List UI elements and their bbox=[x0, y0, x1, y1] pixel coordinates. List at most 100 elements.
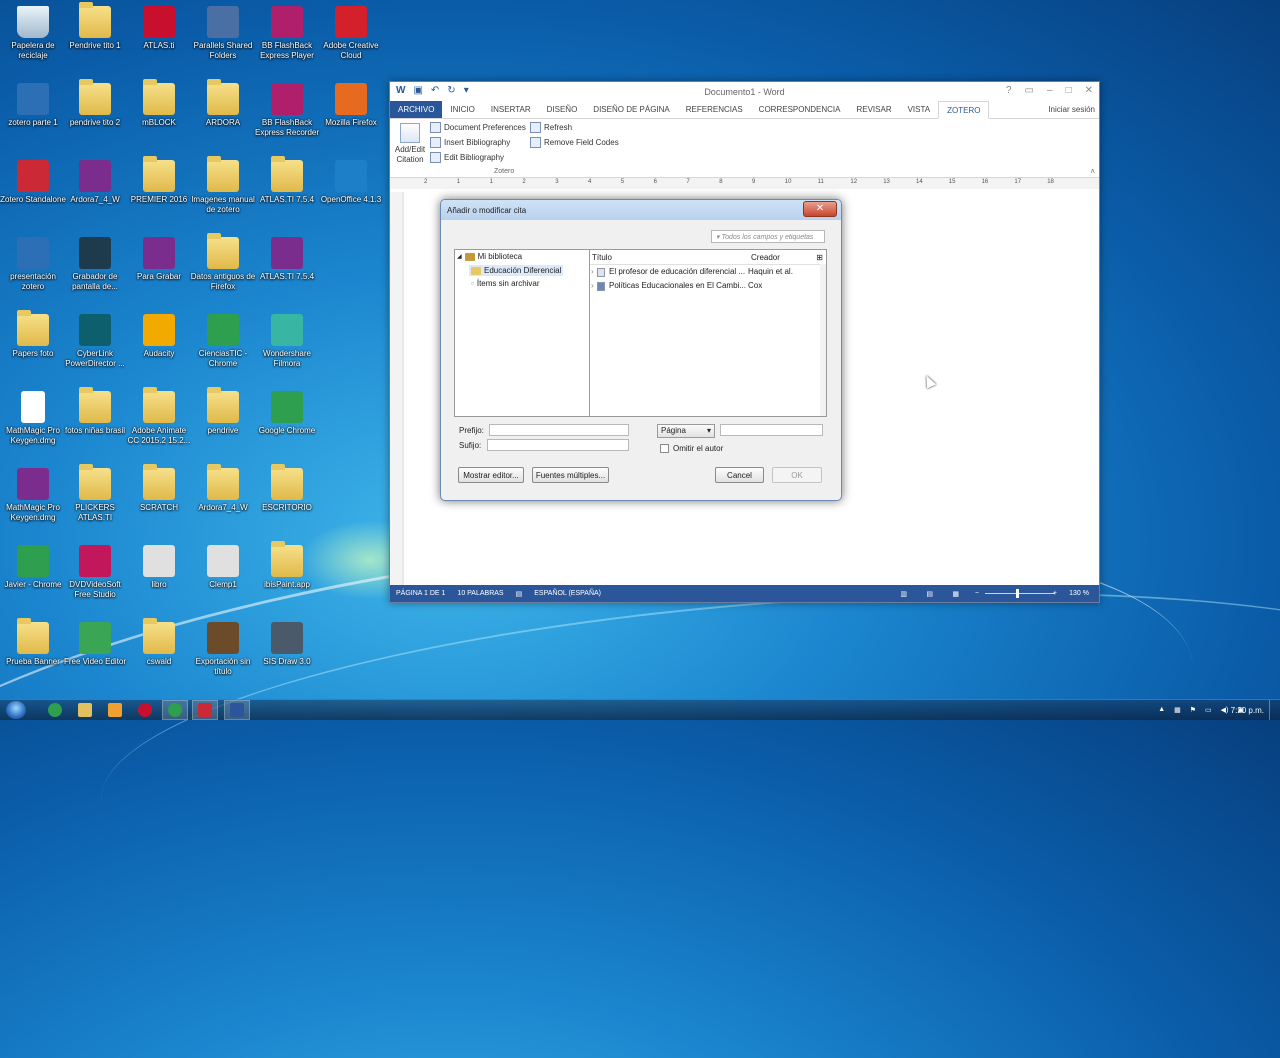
chrome-taskbar-icon[interactable] bbox=[48, 703, 62, 717]
edit-bibliography-button[interactable]: Edit Bibliography bbox=[430, 152, 504, 163]
read-mode-icon[interactable]: ▥ bbox=[900, 590, 907, 598]
desktop-icon[interactable]: CienciasTIC - Chrome bbox=[190, 314, 256, 369]
show-hidden-icons[interactable]: ▲ bbox=[1158, 706, 1165, 714]
desktop-icon[interactable]: ATLAS.TI 7.5.4 bbox=[254, 156, 320, 205]
show-editor-button[interactable]: Mostrar editor... bbox=[458, 467, 524, 483]
ok-button[interactable]: OK bbox=[772, 467, 822, 483]
clock[interactable]: 7:20 p.m. bbox=[1231, 706, 1264, 715]
flag-icon[interactable]: ⚑ bbox=[1190, 706, 1196, 714]
document-preferences-button[interactable]: Document Preferences bbox=[430, 122, 526, 133]
maximize-icon[interactable]: □ bbox=[1066, 85, 1072, 96]
add-edit-citation-button[interactable]: Add/Edit Citation bbox=[394, 123, 426, 165]
zoom-out-icon[interactable]: − bbox=[975, 590, 979, 597]
desktop-icon[interactable]: mBLOCK bbox=[126, 79, 192, 128]
tab-revisar[interactable]: REVISAR bbox=[848, 101, 899, 118]
column-picker-icon[interactable]: ⊞ bbox=[816, 253, 823, 262]
locator-input[interactable] bbox=[720, 424, 823, 436]
desktop-icon[interactable]: MathMagic Pro Keygen.dmg bbox=[0, 468, 66, 523]
desktop-icon[interactable]: Pendrive tito 1 bbox=[62, 2, 128, 51]
desktop-icon[interactable]: Clemp1 bbox=[190, 545, 256, 590]
column-title[interactable]: Título bbox=[592, 253, 612, 262]
tab-diseño-de-página[interactable]: DISEÑO DE PÁGINA bbox=[585, 101, 677, 118]
desktop-icon[interactable]: zotero parte 1 bbox=[0, 83, 66, 128]
desktop-icon[interactable]: Parallels Shared Folders bbox=[190, 6, 256, 61]
desktop-icon[interactable]: OpenOffice 4.1.3 bbox=[318, 160, 384, 205]
desktop-icon[interactable]: BB FlashBack Express Recorder bbox=[254, 83, 320, 138]
collection-item[interactable]: Educación Diferencial bbox=[469, 265, 564, 276]
desktop-icon[interactable]: cswald bbox=[126, 618, 192, 667]
desktop-icon[interactable]: Imagenes manual de zotero bbox=[190, 156, 256, 215]
desktop-icon[interactable]: ATLAS.TI 7.5.4 bbox=[254, 237, 320, 282]
ribbon-options-icon[interactable]: ▭ bbox=[1025, 85, 1034, 96]
close-icon[interactable]: ✕ bbox=[1085, 85, 1093, 96]
search-input[interactable]: ▾ Todos los campos y etiquetas bbox=[711, 230, 825, 243]
desktop-icon[interactable]: Ardora7_4_W bbox=[190, 464, 256, 513]
desktop-icon[interactable]: CyberLink PowerDirector ... bbox=[62, 314, 128, 369]
desktop-icon[interactable]: Audacity bbox=[126, 314, 192, 359]
atlas-taskbar-icon[interactable] bbox=[138, 703, 152, 717]
vertical-ruler[interactable] bbox=[390, 192, 402, 585]
suffix-input[interactable] bbox=[487, 439, 629, 451]
dialog-close-button[interactable]: ✕ bbox=[803, 201, 837, 217]
desktop-icon[interactable]: pendrive bbox=[190, 387, 256, 436]
horizontal-ruler[interactable]: 2 1 1 2 3 4 5 6 7 8 9 10 11 12 13 14 15 16 17 18 bbox=[390, 178, 1099, 189]
expand-icon[interactable]: › bbox=[591, 281, 594, 290]
collapse-ribbon-icon[interactable]: ˄ bbox=[1090, 167, 1095, 176]
desktop-icon[interactable]: Papelera de reciclaje bbox=[0, 6, 66, 61]
desktop-icon[interactable]: presentación zotero bbox=[0, 237, 66, 292]
zoom-in-icon[interactable]: + bbox=[1053, 590, 1057, 597]
desktop-icon[interactable]: Grabador de pantalla de... bbox=[62, 237, 128, 292]
desktop-icon[interactable]: pendrive tito 2 bbox=[62, 79, 128, 128]
desktop-icon[interactable]: Javier - Chrome bbox=[0, 545, 66, 590]
network-icon[interactable]: ▦ bbox=[1174, 706, 1181, 714]
desktop-icon[interactable]: DVDVideoSoft Free Studio bbox=[62, 545, 128, 600]
omit-author-checkbox[interactable] bbox=[660, 444, 669, 453]
language-indicator[interactable]: ESPAÑOL (ESPAÑA) bbox=[534, 590, 601, 597]
tab-archivo[interactable]: ARCHIVO bbox=[390, 101, 443, 118]
zoom-slider[interactable] bbox=[985, 593, 1055, 594]
desktop-icon[interactable]: Google Chrome bbox=[254, 391, 320, 436]
multiple-sources-button[interactable]: Fuentes múltiples... bbox=[532, 467, 609, 483]
cancel-button[interactable]: Cancel bbox=[715, 467, 764, 483]
desktop-icon[interactable]: SIS Draw 3.0 bbox=[254, 622, 320, 667]
refresh-button[interactable]: Refresh bbox=[530, 122, 572, 133]
display-icon[interactable]: ▭ bbox=[1205, 706, 1212, 714]
tab-inicio[interactable]: INICIO bbox=[442, 101, 482, 118]
prefix-input[interactable] bbox=[489, 424, 629, 436]
item-row[interactable]: › El profesor de educación diferencial ..… bbox=[590, 265, 826, 279]
desktop-icon[interactable]: Papers foto bbox=[0, 310, 66, 359]
desktop-icon[interactable]: ARDORA bbox=[190, 79, 256, 128]
desktop-icon[interactable]: PREMIER 2016 bbox=[126, 156, 192, 205]
desktop-icon[interactable]: Mozilla Firefox bbox=[318, 83, 384, 128]
start-button[interactable] bbox=[6, 701, 26, 719]
desktop-icon[interactable]: Datos antiguos de Firefox bbox=[190, 233, 256, 292]
tab-vista[interactable]: VISTA bbox=[900, 101, 939, 118]
desktop-icon[interactable]: Adobe Creative Cloud bbox=[318, 6, 384, 61]
item-row[interactable]: › Políticas Educacionales en El Cambi... C… bbox=[590, 279, 826, 293]
minimize-icon[interactable]: – bbox=[1047, 85, 1053, 96]
tab-correspondencia[interactable]: CORRESPONDENCIA bbox=[751, 101, 849, 118]
desktop-icon[interactable]: Exportación sin título bbox=[190, 622, 256, 677]
desktop-icon[interactable]: Zotero Standalone bbox=[0, 160, 66, 205]
desktop-icon[interactable]: Ardora7_4_W bbox=[62, 160, 128, 205]
unfiled-items[interactable]: ▫ Ítems sin archivar bbox=[471, 279, 540, 288]
desktop-icon[interactable]: MathMagic Pro Keygen.dmg bbox=[0, 391, 66, 446]
tab-diseño[interactable]: DISEÑO bbox=[539, 101, 586, 118]
desktop-icon[interactable]: BB FlashBack Express Player bbox=[254, 6, 320, 61]
desktop-icon[interactable]: ESCRITORIO bbox=[254, 464, 320, 513]
library-root[interactable]: ◢ Mi biblioteca bbox=[457, 252, 522, 261]
desktop-icon[interactable]: ATLAS.ti bbox=[126, 6, 192, 51]
tab-referencias[interactable]: REFERENCIAS bbox=[678, 101, 751, 118]
proofing-icon[interactable]: ▤ bbox=[516, 590, 523, 598]
sign-in-link[interactable]: Iniciar sesión bbox=[1048, 105, 1095, 114]
remove-field-codes-button[interactable]: Remove Field Codes bbox=[530, 137, 619, 148]
page-count[interactable]: PÁGINA 1 DE 1 bbox=[396, 590, 445, 597]
collapse-icon[interactable]: ◢ bbox=[457, 253, 462, 260]
desktop-icon[interactable]: libro bbox=[126, 545, 192, 590]
desktop-icon[interactable]: fotos niñas brasil bbox=[62, 387, 128, 436]
insert-bibliography-button[interactable]: Insert Bibliography bbox=[430, 137, 510, 148]
tab-zotero[interactable]: ZOTERO bbox=[938, 101, 990, 119]
print-layout-icon[interactable]: ▤ bbox=[926, 590, 933, 598]
locator-select[interactable]: Página bbox=[657, 424, 715, 438]
web-layout-icon[interactable]: ▦ bbox=[952, 590, 959, 598]
